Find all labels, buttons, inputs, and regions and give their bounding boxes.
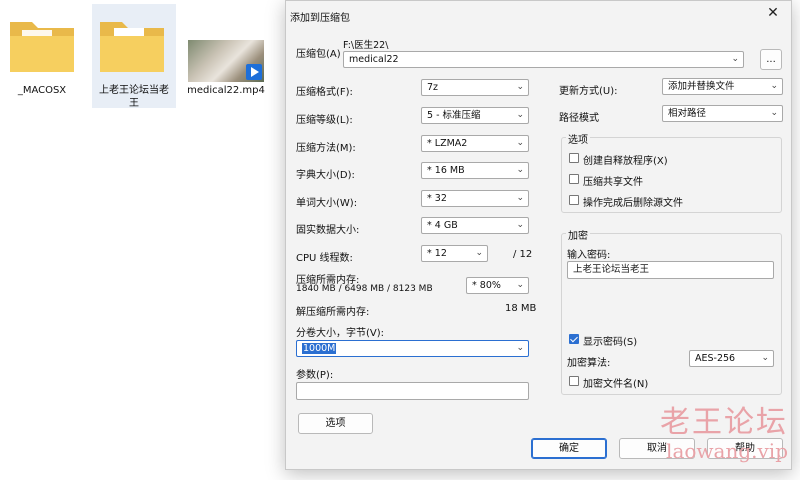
enc-method-label: 加密算法: (567, 358, 611, 369)
options-button[interactable]: 选项 (298, 413, 373, 434)
level-value: 5 - 标准压缩 (427, 110, 481, 121)
chevron-down-icon[interactable]: ⌄ (731, 52, 739, 67)
enc-method-value: AES-256 (695, 353, 736, 364)
shared-checkbox[interactable] (569, 174, 579, 184)
chevron-down-icon[interactable]: ⌄ (516, 163, 524, 178)
mem-detail: 1840 MB / 6498 MB / 8123 MB (296, 284, 433, 294)
chevron-down-icon[interactable]: ⌄ (516, 191, 524, 206)
encrypt-group-title: 加密 (566, 227, 590, 242)
update-select[interactable]: 添加并替换文件 ⌄ (662, 78, 783, 95)
archive-name-value: medical22 (349, 54, 399, 65)
desktop-file-folder-laowang[interactable]: 上老王论坛当老王 (92, 4, 176, 109)
cpu-value: * 12 (427, 248, 447, 259)
chevron-down-icon[interactable]: ⌄ (475, 246, 483, 261)
watermark-text: 老王论坛 (660, 405, 788, 440)
folder-icon (100, 22, 164, 72)
password-label: 输入密码: (567, 250, 611, 261)
params-label: 参数(P): (296, 370, 334, 381)
solid-label: 固实数据大小: (296, 225, 360, 236)
dict-select[interactable]: * 16 MB ⌄ (421, 162, 529, 179)
split-value: 1000M (302, 343, 337, 354)
split-select[interactable]: 1000M ⌄ (296, 340, 529, 357)
add-to-archive-dialog: 添加到压缩包 ✕ 压缩包(A) F:\医生22\ medical22 ⌄ ...… (285, 0, 792, 470)
file-label: 上老王论坛当老王 (99, 85, 169, 109)
method-value: * LZMA2 (427, 138, 468, 149)
encrypt-names-label: 加密文件名(N) (583, 379, 649, 390)
cpu-select[interactable]: * 12 ⌄ (421, 245, 488, 262)
desktop-file-macosx[interactable]: _MACOSX (2, 4, 82, 108)
delete-checkbox[interactable] (569, 195, 579, 205)
level-label: 压缩等级(L): (296, 115, 353, 126)
cpu-label: CPU 线程数: (296, 253, 353, 264)
play-icon (246, 64, 262, 80)
shared-label: 压缩共享文件 (583, 177, 643, 188)
archive-name-combo[interactable]: medical22 ⌄ (343, 51, 744, 68)
folder-icon (10, 22, 74, 72)
desktop-file-video[interactable]: medical22.mp4 (182, 4, 270, 108)
chevron-down-icon[interactable]: ⌄ (516, 218, 524, 233)
mem-select[interactable]: * 80% ⌄ (466, 277, 529, 294)
method-label: 压缩方法(M): (296, 143, 356, 154)
split-label: 分卷大小，字节(V): (296, 328, 385, 339)
show-password-checkbox[interactable] (569, 334, 579, 344)
encrypt-names-checkbox[interactable] (569, 376, 579, 386)
chevron-down-icon[interactable]: ⌄ (516, 136, 524, 151)
update-value: 添加并替换文件 (668, 81, 735, 92)
format-select[interactable]: 7z ⌄ (421, 79, 529, 96)
sfx-checkbox[interactable] (569, 153, 579, 163)
format-value: 7z (427, 82, 439, 93)
file-label: medical22.mp4 (187, 85, 265, 96)
word-value: * 32 (427, 193, 447, 204)
watermark-url: laowang.vip (666, 439, 788, 463)
chevron-down-icon[interactable]: ⌄ (516, 278, 524, 293)
delete-label: 操作完成后删除源文件 (583, 198, 683, 209)
path-select[interactable]: 相对路径 ⌄ (662, 105, 783, 122)
dict-label: 字典大小(D): (296, 170, 355, 181)
word-label: 单词大小(W): (296, 198, 358, 209)
params-input[interactable] (296, 382, 529, 400)
archive-label: 压缩包(A) (296, 49, 341, 60)
path-label: 路径模式 (559, 113, 599, 124)
dict-value: * 16 MB (427, 165, 465, 176)
options-group-title: 选项 (566, 131, 590, 146)
ok-button[interactable]: 确定 (531, 438, 607, 459)
level-select[interactable]: 5 - 标准压缩 ⌄ (421, 107, 529, 124)
solid-value: * 4 GB (427, 220, 458, 231)
password-input[interactable]: 上老王论坛当老王 (567, 261, 774, 279)
chevron-down-icon[interactable]: ⌄ (516, 341, 524, 356)
decomp-value: 18 MB (505, 303, 537, 314)
dialog-title: 添加到压缩包 (290, 13, 350, 24)
solid-select[interactable]: * 4 GB ⌄ (421, 217, 529, 234)
cpu-total: / 12 (513, 249, 533, 260)
method-select[interactable]: * LZMA2 ⌄ (421, 135, 529, 152)
mem-value: * 80% (472, 280, 501, 291)
decomp-label: 解压缩所需内存: (296, 307, 370, 318)
watermark: 老王论坛 laowang.vip (660, 405, 788, 463)
chevron-down-icon[interactable]: ⌄ (770, 79, 778, 94)
chevron-down-icon[interactable]: ⌄ (770, 106, 778, 121)
format-label: 压缩格式(F): (296, 87, 353, 98)
chevron-down-icon[interactable]: ⌄ (761, 351, 769, 366)
enc-method-select[interactable]: AES-256 ⌄ (689, 350, 774, 367)
archive-path: F:\医生22\ (343, 40, 389, 51)
close-icon[interactable]: ✕ (765, 5, 781, 21)
chevron-down-icon[interactable]: ⌄ (516, 80, 524, 95)
video-thumbnail (188, 40, 264, 82)
word-select[interactable]: * 32 ⌄ (421, 190, 529, 207)
update-label: 更新方式(U): (559, 86, 618, 97)
path-value: 相对路径 (668, 108, 707, 119)
browse-button[interactable]: ... (760, 49, 782, 70)
sfx-label: 创建自释放程序(X) (583, 156, 668, 167)
show-password-label: 显示密码(S) (583, 337, 638, 348)
file-label: _MACOSX (17, 85, 67, 96)
chevron-down-icon[interactable]: ⌄ (516, 108, 524, 123)
